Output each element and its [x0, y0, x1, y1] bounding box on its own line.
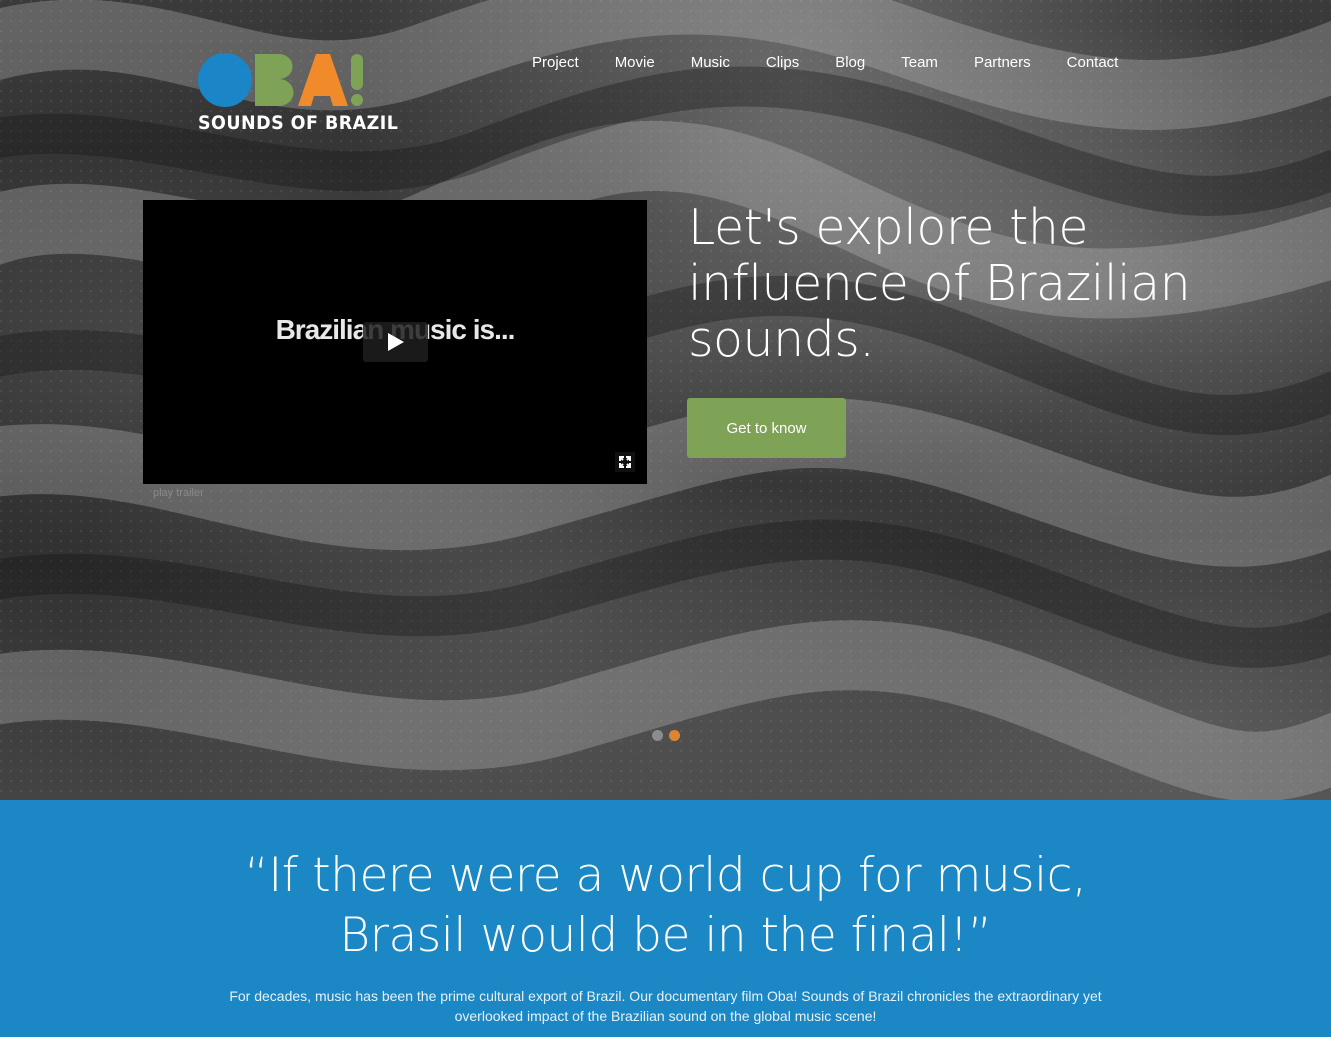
nav-item-team[interactable]: Team [883, 54, 956, 71]
play-icon [388, 333, 404, 351]
nav-item-contact[interactable]: Contact [1049, 54, 1137, 71]
oba-logo[interactable]: SOUNDS OF BRAZIL [198, 52, 398, 142]
slider-dots [652, 730, 680, 741]
logo-tagline: SOUNDS OF BRAZIL [198, 112, 399, 134]
nav-item-clips[interactable]: Clips [748, 54, 817, 71]
slider-dot-2-active[interactable] [669, 730, 680, 741]
quote-section: “If there were a world cup for music, Br… [0, 800, 1331, 1037]
nav-item-project[interactable]: Project [532, 54, 597, 71]
logo-a [298, 54, 348, 106]
nav-item-blog[interactable]: Blog [817, 54, 883, 71]
hero-section: SOUNDS OF BRAZIL Project Movie Music Cli… [0, 0, 1331, 800]
quote-line-2: Brasil would be in the final!” [339, 908, 992, 963]
quote-line-1: “If there were a world cup for music, [244, 848, 1087, 903]
nav-item-movie[interactable]: Movie [597, 54, 673, 71]
video-fullscreen-button[interactable] [615, 452, 635, 472]
nav-item-partners[interactable]: Partners [956, 54, 1049, 71]
logo-letters [198, 53, 363, 107]
nav-item-music[interactable]: Music [673, 54, 748, 71]
fullscreen-icon [619, 456, 631, 468]
video-play-button[interactable] [363, 322, 428, 362]
video-caption: play trailer [153, 487, 204, 499]
trailer-video-player[interactable]: Brazilian music is... [143, 200, 647, 484]
slider-dot-1[interactable] [652, 730, 663, 741]
logo-bang-dot [351, 94, 363, 106]
logo-o [198, 53, 252, 107]
logo-b [255, 54, 294, 106]
hero-headline: Let's explore the influence of Brazilian… [688, 199, 1191, 368]
get-to-know-button[interactable]: Get to know [687, 398, 846, 458]
intro-paragraph: For decades, music has been the prime cu… [229, 988, 1102, 1024]
logo-bang-bar [351, 54, 363, 90]
main-nav: Project Movie Music Clips Blog Team Part… [532, 54, 1136, 71]
quote-text: “If there were a world cup for music, Br… [0, 846, 1331, 966]
